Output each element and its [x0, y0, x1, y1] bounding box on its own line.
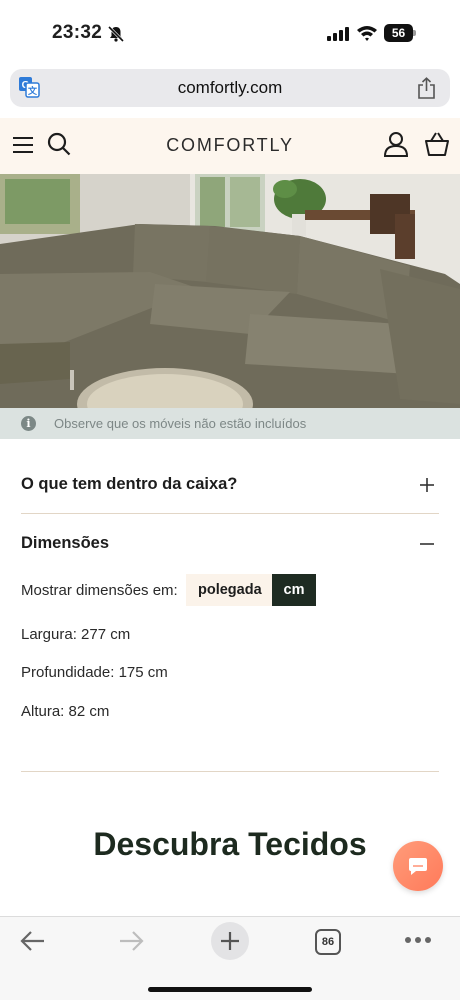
chat-button[interactable] — [393, 841, 443, 891]
plus-icon[interactable] — [419, 477, 435, 493]
signal-icon — [327, 26, 349, 41]
bell-muted-icon — [107, 25, 125, 43]
accordion-dimensions-title: Dimensões — [21, 534, 110, 552]
back-arrow-icon[interactable] — [20, 930, 46, 952]
divider — [21, 771, 439, 772]
home-indicator — [148, 987, 312, 992]
share-icon[interactable] — [417, 77, 436, 99]
status-bar: 23:32 56 — [0, 0, 460, 66]
furniture-notice: i Observe que os móveis não estão incluí… — [0, 408, 460, 439]
notice-text: Observe que os móveis não estão incluído… — [54, 416, 307, 431]
unit-inch-button[interactable]: polegada — [186, 574, 272, 606]
divider — [21, 513, 439, 514]
discover-fabrics-heading: Descubra Tecidos — [93, 826, 367, 862]
dimension-width: Largura: 277 cm — [21, 626, 131, 643]
info-icon: i — [21, 416, 36, 431]
wifi-icon — [357, 26, 377, 41]
chat-icon — [409, 858, 427, 875]
url-bar[interactable]: G 文 comfortly.com — [10, 69, 450, 107]
new-tab-icon — [221, 932, 239, 950]
unit-cm-button[interactable]: cm — [272, 574, 316, 606]
battery-icon: 56 — [384, 24, 416, 42]
minus-icon[interactable] — [419, 536, 435, 552]
cart-icon[interactable] — [424, 131, 450, 157]
battery-level: 56 — [384, 24, 413, 42]
dimension-unit-label: Mostrar dimensões em: — [21, 582, 178, 599]
account-icon[interactable] — [383, 131, 409, 157]
accordion-dimensions[interactable]: Dimensões — [21, 532, 439, 558]
dimension-height: Altura: 82 cm — [21, 703, 110, 720]
dimension-depth: Profundidade: 175 cm — [21, 664, 168, 681]
accordion-box-contents[interactable]: O que tem dentro da caixa? — [21, 473, 439, 499]
more-icon[interactable] — [405, 937, 431, 943]
site-header: COMFORTLY — [0, 118, 460, 174]
product-image — [0, 174, 460, 408]
accordion-box-title: O que tem dentro da caixa? — [21, 475, 238, 493]
new-tab-button[interactable] — [211, 922, 249, 960]
forward-arrow-icon[interactable] — [118, 930, 144, 952]
unit-switch: polegada cm — [186, 574, 316, 606]
browser-toolbar: 86 — [0, 916, 460, 1000]
tabs-icon[interactable]: 86 — [315, 929, 341, 955]
url-text[interactable]: comfortly.com — [10, 78, 450, 98]
status-time: 23:32 — [52, 22, 103, 43]
